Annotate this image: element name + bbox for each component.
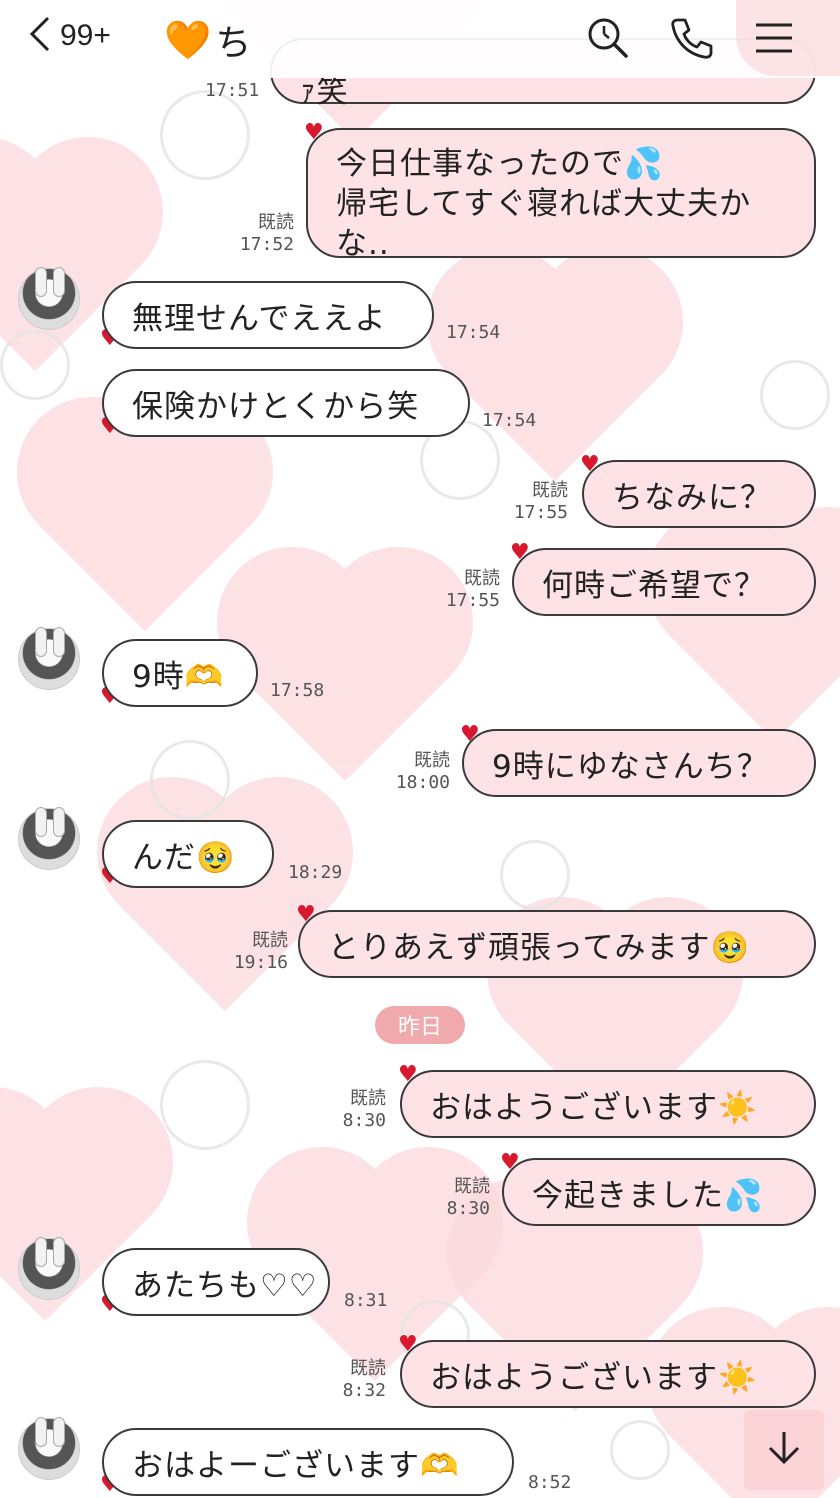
- read-receipt: 既読: [464, 568, 500, 589]
- message-time: 8:31: [344, 1290, 388, 1311]
- message-time: 18:00: [395, 772, 450, 793]
- read-receipt: 既読: [258, 212, 294, 233]
- message-text: あたちも♡♡: [132, 1267, 318, 1304]
- read-receipt: 既読: [532, 480, 568, 501]
- avatar[interactable]: [18, 1417, 80, 1480]
- message-meta: 既読 17:55: [436, 568, 500, 612]
- chevron-left-icon: [26, 14, 54, 58]
- phone-icon[interactable]: [666, 12, 718, 64]
- read-receipt: 既読: [252, 930, 288, 951]
- message-text: 今起きました💦: [532, 1177, 764, 1214]
- message-meta: 既読 18:00: [386, 750, 450, 794]
- read-receipt: 既読: [350, 1358, 386, 1379]
- message-meta: 既読 19:16: [224, 930, 288, 974]
- unread-count: 99+: [60, 19, 111, 52]
- avatar-ear: [53, 1237, 65, 1267]
- message-bubble[interactable]: 9時🫶: [102, 639, 258, 707]
- avatar-ear: [35, 807, 47, 837]
- message-line: な..: [336, 226, 390, 262]
- avatar-ear: [53, 1417, 65, 1447]
- message-line: 帰宅してすぐ寝れば大丈夫か: [336, 186, 752, 222]
- message-time: 17:54: [482, 410, 537, 431]
- message-text: 9時にゆなさんち？: [492, 748, 769, 785]
- avatar-ear: [35, 627, 47, 657]
- message-bubble[interactable]: 今起きました💦: [502, 1158, 816, 1226]
- message-bubble[interactable]: 保険かけとくから笑: [102, 369, 470, 437]
- arrow-down-icon: [762, 1426, 806, 1474]
- message-time: 8:30: [446, 1198, 490, 1219]
- message-bubble[interactable]: 何時ご希望で？: [512, 548, 816, 616]
- message-text: 今日仕事なったので💦 帰宅してすぐ寝れば大丈夫か な..: [336, 144, 751, 264]
- message-time: 17:55: [445, 590, 500, 611]
- avatar-ear: [53, 807, 65, 837]
- message-time: 8:30: [342, 1110, 386, 1131]
- message-text: 保険かけとくから笑: [132, 388, 420, 425]
- date-separator: 昨日: [375, 1006, 465, 1044]
- message-text: 何時ご希望で？: [542, 567, 766, 604]
- message-bubble[interactable]: とりあえず頑張ってみます🥹: [298, 910, 816, 978]
- scroll-to-bottom-button[interactable]: [744, 1410, 824, 1490]
- message-meta: 既読 8:32: [322, 1358, 386, 1402]
- message-list[interactable]: 17:51 ｧ笑 既読 17:52 ♥ 今日仕事なったので💦 帰宅してすぐ寝れば…: [0, 38, 840, 1498]
- avatar[interactable]: [18, 807, 80, 870]
- message-time: 17:51: [205, 80, 260, 101]
- read-receipt: 既読: [454, 1176, 490, 1197]
- message-line: 今日仕事なったので💦: [336, 146, 664, 182]
- message-time: 8:52: [528, 1472, 572, 1493]
- message-text: とりあえず頑張ってみます🥹: [328, 929, 751, 966]
- orange-heart-icon: 🧡: [164, 17, 212, 62]
- message-meta: 既読 8:30: [426, 1176, 490, 1220]
- avatar-ear: [53, 267, 65, 297]
- avatar-ear: [53, 627, 65, 657]
- chat-title[interactable]: 🧡 ち: [164, 14, 251, 66]
- message-bubble[interactable]: 9時にゆなさんち？: [462, 729, 816, 797]
- message-time: 18:29: [288, 862, 343, 883]
- message-text: おはよーございます🫶: [132, 1447, 460, 1484]
- message-bubble[interactable]: おはよーございます🫶: [102, 1428, 514, 1496]
- search-icon[interactable]: [582, 12, 634, 64]
- message-text: おはようございます☀️: [430, 1089, 758, 1126]
- read-receipt: 既読: [414, 750, 450, 771]
- avatar-ear: [35, 1417, 47, 1447]
- message-bubble[interactable]: おはようございます☀️: [400, 1340, 816, 1408]
- message-time: 19:16: [233, 952, 288, 973]
- message-meta: 既読 17:52: [230, 212, 294, 256]
- message-text: んだ🥹: [132, 839, 236, 876]
- avatar[interactable]: [18, 627, 80, 690]
- avatar[interactable]: [18, 1237, 80, 1300]
- avatar-ear: [35, 267, 47, 297]
- avatar[interactable]: [18, 267, 80, 330]
- message-text: ちなみに？: [612, 479, 772, 516]
- message-time: 8:32: [342, 1380, 386, 1401]
- message-bubble[interactable]: ちなみに？: [582, 460, 816, 528]
- message-bubble[interactable]: 今日仕事なったので💦 帰宅してすぐ寝れば大丈夫か な..: [306, 128, 816, 262]
- message-bubble[interactable]: あたちも♡♡: [102, 1248, 330, 1316]
- message-time: 17:58: [270, 680, 325, 701]
- avatar-ear: [35, 1237, 47, 1267]
- message-bubble[interactable]: おはようございます☀️: [400, 1070, 816, 1138]
- message-text: おはようございます☀️: [430, 1359, 758, 1396]
- menu-icon[interactable]: [748, 12, 800, 64]
- message-meta: 既読 8:30: [322, 1088, 386, 1132]
- chat-title-text: ち: [215, 23, 252, 64]
- chat-header: 99+ 🧡 ち: [0, 0, 840, 78]
- message-bubble[interactable]: 無理せんでええよ: [102, 281, 434, 349]
- message-bubble[interactable]: んだ🥹: [102, 820, 274, 888]
- back-button[interactable]: 99+: [26, 14, 111, 58]
- message-text: 9時🫶: [132, 658, 225, 695]
- message-time: 17:54: [446, 322, 501, 343]
- message-text: 無理せんでええよ: [132, 300, 387, 337]
- message-time: 17:55: [513, 502, 568, 523]
- message-time: 17:52: [239, 234, 294, 255]
- message-meta: 既読 17:55: [504, 480, 568, 524]
- read-receipt: 既読: [350, 1088, 386, 1109]
